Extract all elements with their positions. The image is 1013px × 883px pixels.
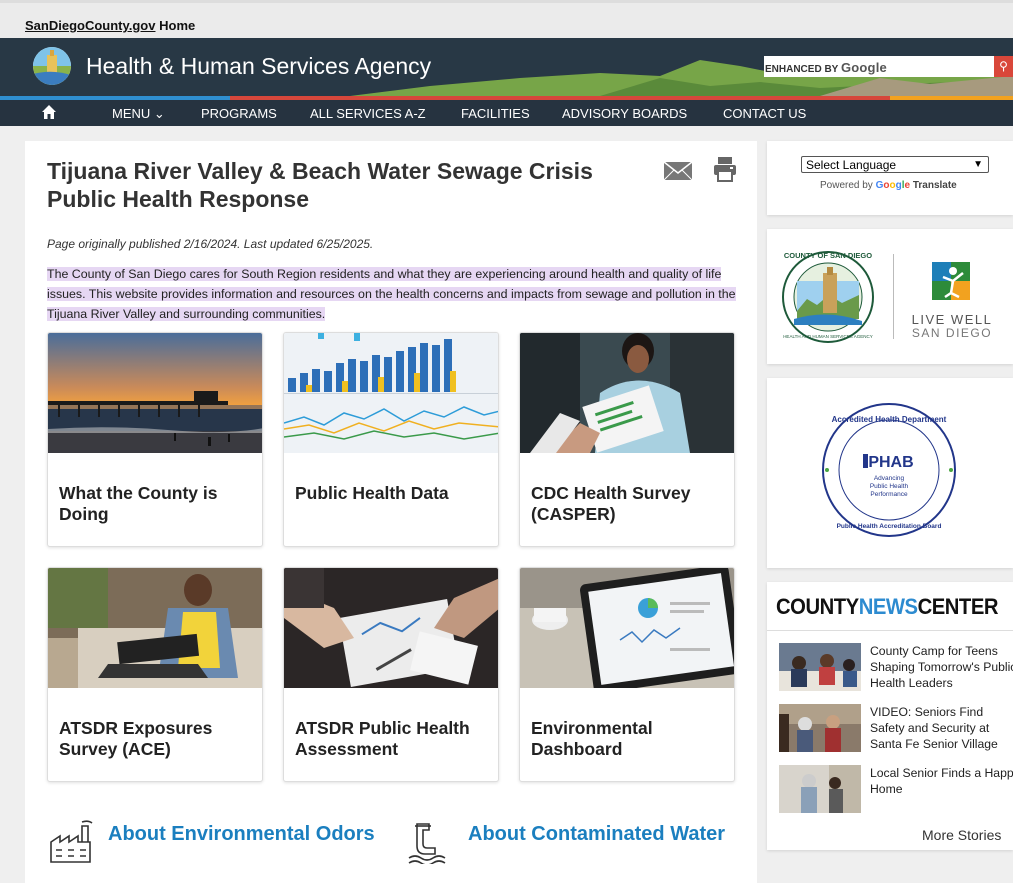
tablet-dashboard-image — [520, 568, 734, 688]
man-laptop-image — [48, 568, 262, 688]
card-public-health-data[interactable]: Public Health Data — [283, 332, 499, 547]
top-strip: SanDiegoCounty.gov Home — [0, 0, 1013, 38]
phab-tagline-1: Advancing — [874, 475, 905, 482]
language-select[interactable]: Select Language ▼ — [801, 156, 989, 173]
card-label[interactable]: Environmental Dashboard — [531, 718, 727, 760]
card-label[interactable]: What the County is Doing — [59, 483, 255, 525]
news-center-title-part3[interactable]: CENTER — [918, 594, 999, 619]
news-center-title-part1[interactable]: COUNTY — [776, 594, 859, 619]
nav-all-services[interactable]: ALL SERVICES A-Z — [310, 106, 426, 121]
phab-panel: Accredited Health Department Public Heal… — [767, 378, 1013, 568]
nav-programs[interactable]: PROGRAMS — [201, 106, 277, 121]
powered-by-label: Powered by — [820, 180, 873, 191]
card-label[interactable]: Public Health Data — [295, 483, 491, 504]
home-icon[interactable] — [41, 104, 57, 125]
card-cdc-health-survey[interactable]: CDC Health Survey (CASPER) — [519, 332, 735, 547]
seal-bottom-text: HEALTH AND HUMAN SERVICES AGENCY — [783, 334, 873, 339]
news-thumbnail[interactable] — [779, 643, 861, 691]
search-icon: ⚲ — [999, 59, 1008, 73]
nav-menu[interactable]: MENU ⌄ — [112, 106, 165, 122]
data-charts-image — [284, 333, 498, 453]
search-branding-brand: Google — [840, 60, 887, 75]
search-branding: ENHANCED BY Google — [765, 60, 887, 75]
powered-by-translate: Powered by Google Translate — [820, 180, 957, 191]
news-headline[interactable]: VIDEO: Seniors Find Safety and Security … — [870, 704, 1013, 752]
card-label[interactable]: CDC Health Survey (CASPER) — [531, 483, 727, 525]
water-faucet-icon[interactable] — [405, 820, 451, 869]
about-environmental-odors-link[interactable]: About Environmental Odors — [108, 822, 378, 847]
search-button[interactable]: ⚲ — [994, 56, 1013, 77]
news-thumbnail[interactable] — [779, 704, 861, 752]
county-home-link-site[interactable]: SanDiegoCounty.gov — [25, 18, 155, 33]
card-label[interactable]: ATSDR Exposures Survey (ACE) — [59, 718, 255, 760]
live-well-line-2: SAN DIEGO — [912, 326, 992, 340]
phab-ring-bottom-text: Public Health Accreditation Board — [837, 523, 942, 530]
agency-logo[interactable] — [33, 47, 71, 85]
news-center-title-part2[interactable]: NEWS — [859, 594, 918, 619]
nav-facilities[interactable]: FACILITIES — [461, 106, 530, 121]
nav-advisory-boards[interactable]: ADVISORY BOARDS — [562, 106, 687, 121]
pier-sunset-image — [48, 333, 262, 453]
county-home-link[interactable]: SanDiegoCounty.gov Home — [25, 18, 195, 33]
translate-widget — [767, 141, 1013, 215]
card-atsdr-exposures[interactable]: ATSDR Exposures Survey (ACE) — [47, 567, 263, 782]
phab-name: PHAB — [868, 454, 913, 471]
about-contaminated-water-link[interactable]: About Contaminated Water — [468, 822, 738, 847]
news-headline[interactable]: Local Senior Finds a Happy Home — [870, 765, 1013, 797]
card-environmental-dashboard[interactable]: Environmental Dashboard — [519, 567, 735, 782]
news-headline[interactable]: County Camp for Teens Shaping Tomorrow's… — [870, 643, 1013, 691]
print-icon[interactable] — [713, 156, 737, 187]
card-atsdr-assessment[interactable]: ATSDR Public Health Assessment — [283, 567, 499, 782]
intro-paragraph: The County of San Diego cares for South … — [47, 264, 737, 324]
page-title: Tijuana River Valley & Beach Water Sewag… — [47, 158, 593, 212]
google-wordmark: Google — [875, 180, 911, 191]
search-branding-prefix: ENHANCED BY — [765, 64, 839, 75]
main-nav: MENU ⌄ PROGRAMS ALL SERVICES A-Z FACILIT… — [0, 100, 1013, 126]
more-stories-link[interactable]: More Stories — [922, 827, 1001, 843]
seal-top-text: COUNTY OF SAN DIEGO — [784, 251, 872, 260]
phab-ring-top-text: Accredited Health Department — [832, 415, 947, 424]
site-search-input[interactable]: ENHANCED BY Google — [764, 56, 994, 77]
agency-banner: Health & Human Services Agency ENHANCED … — [0, 38, 1013, 96]
card-label[interactable]: ATSDR Public Health Assessment — [295, 718, 491, 760]
nav-contact-us[interactable]: CONTACT US — [723, 106, 806, 121]
translate-link[interactable]: Translate — [913, 180, 957, 191]
county-seal-logo[interactable]: COUNTY OF SAN DIEGO HEALTH AND HUMAN SER… — [767, 229, 1013, 364]
survey-clipboard-image — [520, 333, 734, 453]
news-divider — [767, 630, 1013, 631]
phab-accreditation-seal[interactable]: Accredited Health Department Public Heal… — [767, 378, 1013, 568]
email-icon[interactable] — [663, 161, 693, 186]
meeting-documents-image — [284, 568, 498, 688]
news-thumbnail[interactable] — [779, 765, 861, 813]
factory-icon[interactable] — [48, 820, 94, 869]
phab-tagline-3: Performance — [870, 491, 908, 498]
chevron-down-icon: ▼ — [973, 159, 983, 170]
county-home-link-text[interactable]: Home — [159, 18, 195, 33]
publish-date: Page originally published 2/16/2024. Las… — [47, 237, 374, 251]
card-what-county-doing[interactable]: What the County is Doing — [47, 332, 263, 547]
language-select-value[interactable]: Select Language — [806, 158, 896, 172]
county-news-center-logo[interactable]: COUNTYNEWSCENTER — [776, 594, 998, 620]
agency-title[interactable]: Health & Human Services Agency — [86, 53, 431, 80]
phab-tagline-2: Public Health — [870, 483, 909, 490]
live-well-line-1: LIVE WELL — [912, 312, 993, 327]
intro-highlighted-text: The County of San Diego cares for South … — [47, 267, 736, 321]
county-live-well-panel: COUNTY OF SAN DIEGO HEALTH AND HUMAN SER… — [767, 229, 1013, 364]
